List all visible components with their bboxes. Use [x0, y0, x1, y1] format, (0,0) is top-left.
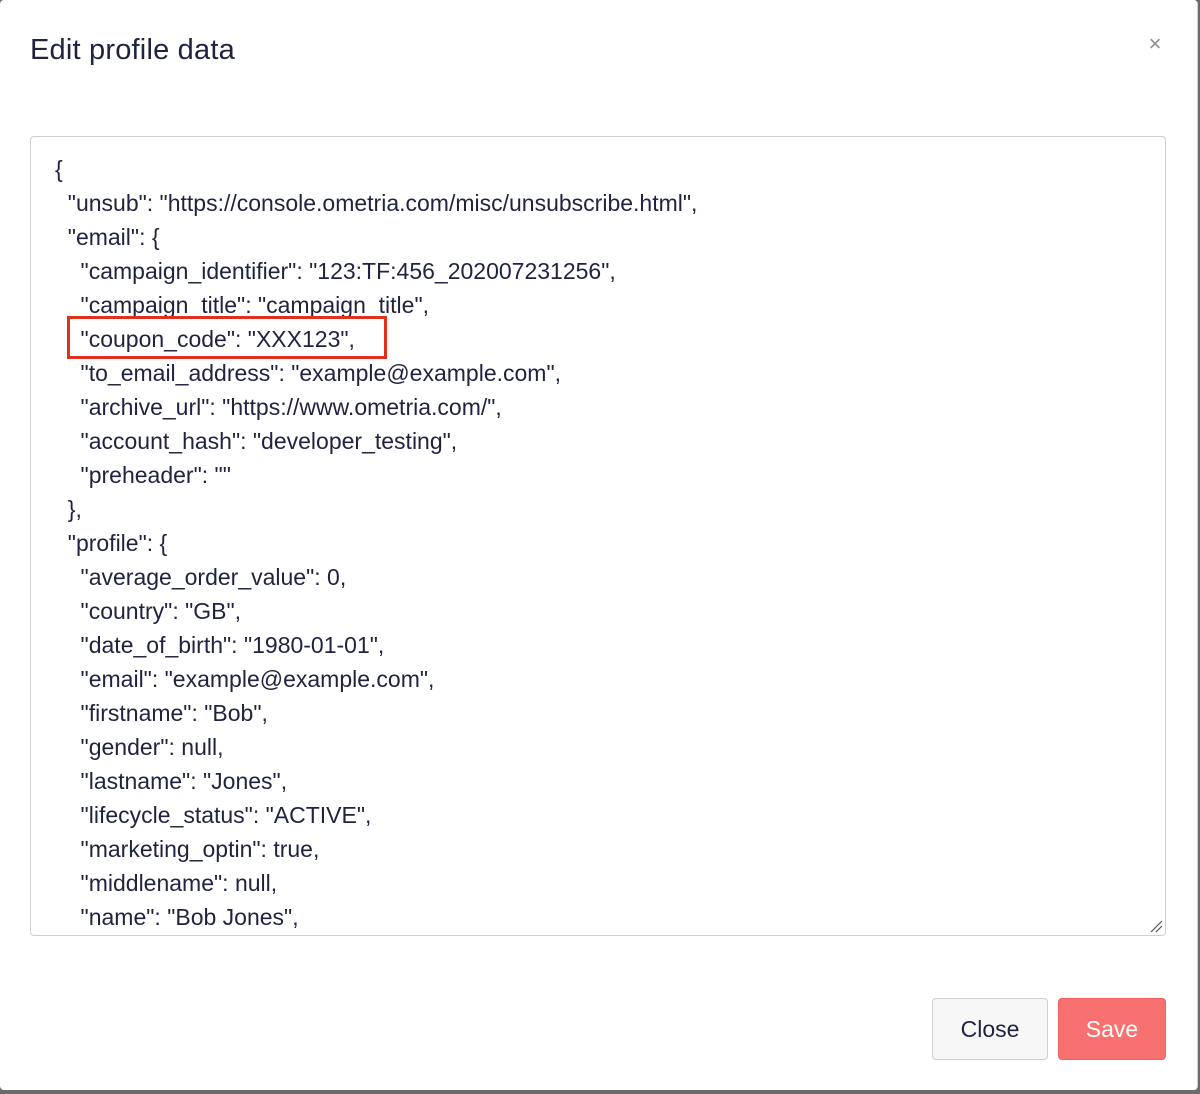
code-line: "to_email_address": "example@example.com…: [55, 360, 561, 386]
close-glyph: ×: [1148, 31, 1162, 56]
code-line: "account_hash": "developer_testing",: [55, 428, 458, 454]
modal-title: Edit profile data: [30, 34, 235, 66]
profile-data-textarea[interactable]: { "unsub": "https://console.ometria.com/…: [30, 136, 1166, 936]
code-line: "gender": null,: [55, 734, 224, 760]
code-line: "email": {: [55, 224, 160, 250]
code-line: "preheader": "": [55, 462, 231, 488]
code-line: "coupon_code": "XXX123",: [55, 326, 355, 352]
resize-handle-icon[interactable]: [1147, 917, 1163, 933]
code-line: {: [55, 156, 63, 182]
code-line: "lifecycle_status": "ACTIVE",: [55, 802, 372, 828]
code-line: "lastname": "Jones",: [55, 768, 288, 794]
code-line: "campaign_identifier": "123:TF:456_20200…: [55, 258, 616, 284]
code-line: "unsub": "https://console.ometria.com/mi…: [55, 190, 698, 216]
json-code[interactable]: { "unsub": "https://console.ometria.com/…: [55, 152, 697, 934]
close-icon[interactable]: ×: [1143, 32, 1167, 56]
code-line: "profile": {: [55, 530, 168, 556]
code-line: },: [55, 496, 82, 522]
code-line: "email": "example@example.com",: [55, 666, 435, 692]
save-button[interactable]: Save: [1058, 998, 1166, 1060]
code-line: "country": "GB",: [55, 598, 242, 624]
code-line: "marketing_optin": true,: [55, 836, 320, 862]
code-line: "archive_url": "https://www.ometria.com/…: [55, 394, 502, 420]
close-button[interactable]: Close: [932, 998, 1048, 1060]
code-line: "middlename": null,: [55, 870, 278, 896]
code-line: "name": "Bob Jones",: [55, 904, 299, 930]
code-line: "firstname": "Bob",: [55, 700, 268, 726]
edit-profile-modal: Edit profile data × { "unsub": "https://…: [0, 0, 1198, 1090]
code-line: "campaign_title": "campaign_title",: [55, 292, 430, 318]
code-line: "date_of_birth": "1980-01-01",: [55, 632, 385, 658]
code-line: "average_order_value": 0,: [55, 564, 347, 590]
